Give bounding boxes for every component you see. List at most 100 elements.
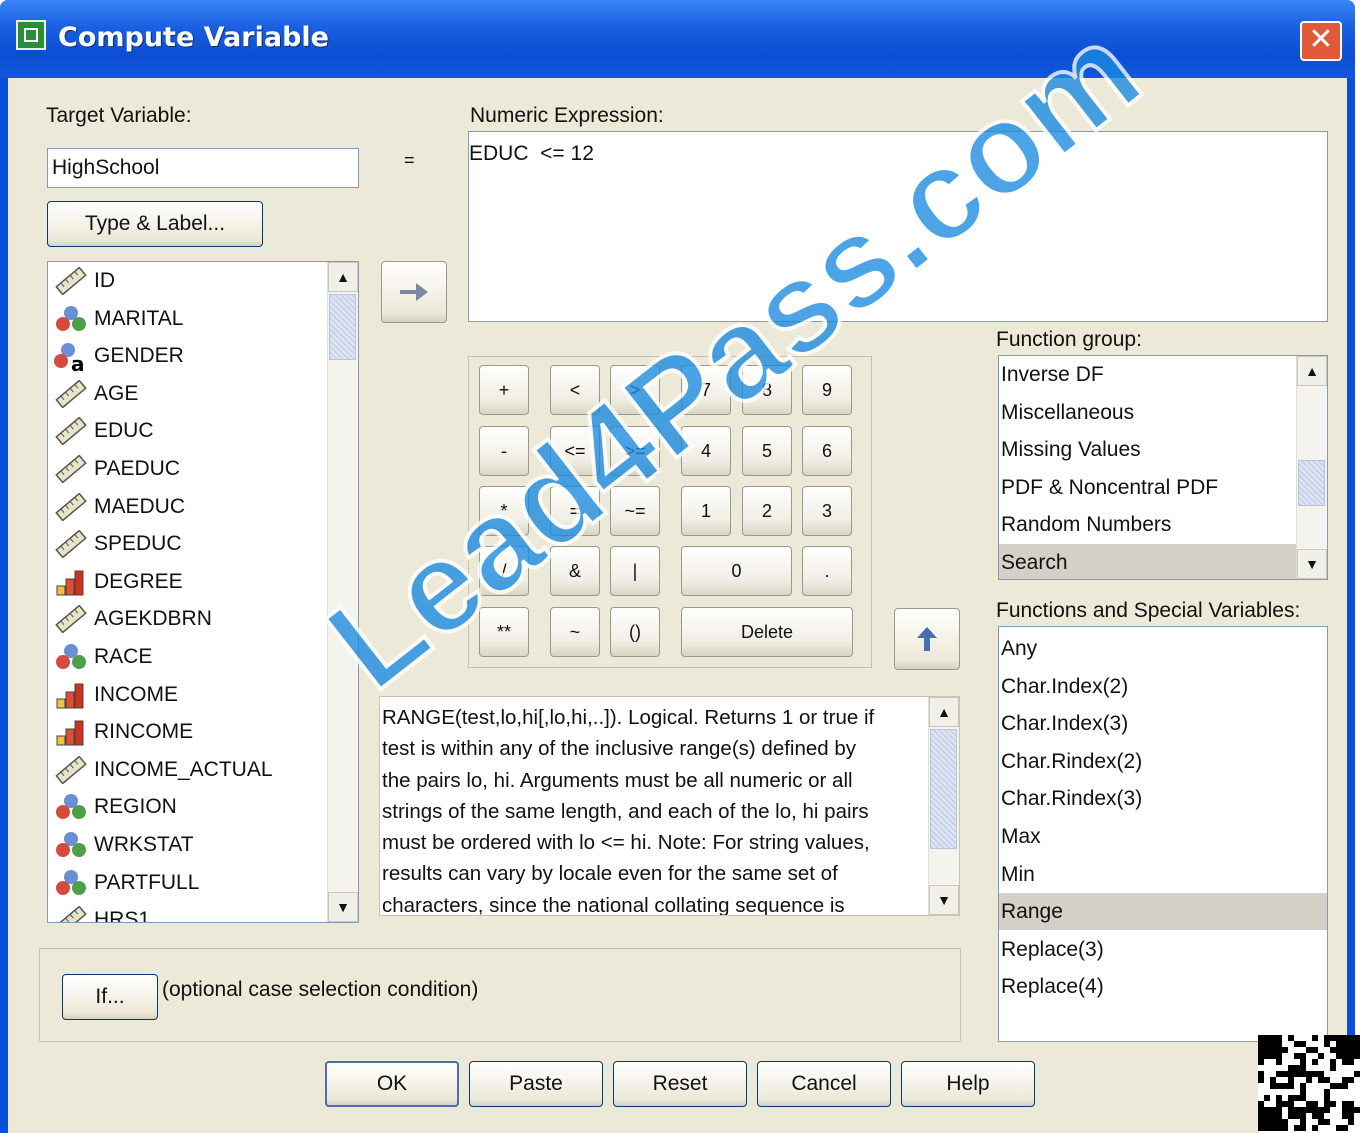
variable-item[interactable]: INCOME: [48, 676, 328, 713]
variable-item[interactable]: MAEDUC: [48, 488, 328, 525]
variable-name: ID: [94, 269, 115, 292]
scale-ruler-icon: [54, 529, 88, 559]
scroll-up-arrow-icon[interactable]: ▲: [328, 262, 358, 292]
move-to-expression-button[interactable]: [381, 261, 447, 323]
scroll-thumb[interactable]: [1298, 460, 1325, 506]
title-bar[interactable]: Compute Variable ✕: [0, 0, 1355, 78]
variable-item[interactable]: ID: [48, 262, 328, 299]
function-group-item[interactable]: Miscellaneous: [999, 394, 1297, 431]
variable-item[interactable]: DEGREE: [48, 563, 328, 600]
functions-label: Functions and Special Variables:: [996, 599, 1301, 622]
reset-button[interactable]: Reset: [613, 1061, 747, 1107]
numeric-expression-value: EDUC <= 12: [469, 142, 594, 165]
function-group-list[interactable]: Inverse DF Miscellaneous Missing Values PDF…: [998, 355, 1328, 580]
qr-cell: [1324, 1107, 1330, 1113]
variable-item[interactable]: RACE: [48, 638, 328, 675]
function-item[interactable]: Char.Index(2): [999, 668, 1327, 705]
variable-name: AGEKDBRN: [94, 607, 212, 631]
variable-item[interactable]: MARITAL: [48, 300, 328, 337]
function-group-item[interactable]: Random Numbers: [999, 506, 1297, 543]
qr-cell: [1342, 1083, 1348, 1089]
function-item[interactable]: Replace(4): [999, 968, 1327, 1005]
function-item[interactable]: Max: [999, 818, 1327, 855]
function-item[interactable]: Char.Rindex(3): [999, 780, 1327, 817]
variable-name: WRKSTAT: [94, 833, 194, 856]
scale-ruler-icon: [54, 266, 88, 296]
function-item[interactable]: Char.Index(3): [999, 705, 1327, 742]
functions-list[interactable]: Any Char.Index(2) Char.Index(3) Char.Rindex…: [998, 626, 1328, 1042]
nominal-balls-icon: [54, 869, 88, 897]
scroll-down-arrow-icon[interactable]: ▼: [328, 892, 358, 922]
variable-item[interactable]: SPEDUC: [48, 525, 328, 562]
scroll-thumb[interactable]: [930, 729, 957, 849]
function-group-item[interactable]: Missing Values: [999, 431, 1297, 468]
function-item[interactable]: Range: [999, 893, 1327, 931]
variable-item[interactable]: PAEDUC: [48, 450, 328, 487]
variable-name: AGE: [94, 381, 139, 405]
operator-key[interactable]: |: [610, 546, 660, 596]
digit-key[interactable]: 2: [742, 486, 792, 536]
variable-item[interactable]: AGE: [48, 375, 328, 412]
function-group-item[interactable]: Inverse DF: [999, 356, 1297, 393]
help-button[interactable]: Help: [901, 1061, 1035, 1107]
variable-item[interactable]: EDUC: [48, 412, 328, 449]
function-description: RANGE(test,lo,hi[,lo,hi,..]). Logical. R…: [379, 696, 960, 916]
variable-item[interactable]: PARTFULL: [48, 864, 328, 901]
scroll-down-arrow-icon[interactable]: ▼: [1297, 549, 1327, 579]
digit-key[interactable]: 3: [802, 486, 852, 536]
ordinal-bars-icon: [54, 568, 88, 596]
insert-function-button[interactable]: [894, 608, 960, 670]
cancel-button[interactable]: Cancel: [757, 1061, 891, 1107]
qr-cell: [1288, 1083, 1294, 1089]
scroll-up-arrow-icon[interactable]: ▲: [1297, 356, 1327, 386]
operator-key[interactable]: (): [610, 607, 660, 657]
scroll-down-arrow-icon[interactable]: ▼: [929, 885, 959, 915]
type-label-button[interactable]: Type & Label...: [47, 201, 263, 247]
qr-cell: [1312, 1059, 1318, 1065]
qr-cell: [1300, 1125, 1306, 1131]
operator-key[interactable]: ~: [550, 607, 600, 657]
qr-cell: [1342, 1125, 1348, 1131]
scale-ruler-icon: [54, 454, 88, 484]
variable-item[interactable]: INCOME_ACTUAL: [48, 751, 328, 788]
digit-key[interactable]: 1: [681, 486, 731, 536]
function-item[interactable]: Replace(3): [999, 931, 1327, 968]
if-button[interactable]: If...: [62, 974, 158, 1020]
qr-cell: [1318, 1053, 1324, 1059]
operator-key[interactable]: +: [479, 365, 529, 415]
delete-key[interactable]: Delete: [681, 607, 853, 657]
qr-cell: [1354, 1053, 1360, 1059]
nominal-balls-icon: [54, 305, 88, 333]
variable-item[interactable]: AGEKDBRN: [48, 600, 328, 637]
description-line: test is within any of the inclusive rang…: [382, 737, 857, 761]
qr-cell: [1354, 1071, 1360, 1077]
function-item[interactable]: Char.Rindex(2): [999, 743, 1327, 780]
variable-item[interactable]: RINCOME: [48, 713, 328, 750]
function-group-item[interactable]: PDF & Noncentral PDF: [999, 469, 1297, 506]
digit-key[interactable]: 0: [681, 546, 792, 596]
close-button[interactable]: ✕: [1300, 21, 1342, 61]
function-group-scrollbar[interactable]: ▲ ▼: [1296, 356, 1327, 579]
scroll-thumb[interactable]: [329, 294, 356, 360]
paste-button[interactable]: Paste: [469, 1061, 603, 1107]
ordinal-bars-icon: [54, 681, 88, 709]
qr-cell: [1324, 1119, 1330, 1125]
nominal-balls-icon: [54, 831, 88, 859]
function-item[interactable]: Any: [999, 630, 1327, 667]
variable-item[interactable]: a GENDER: [48, 337, 328, 376]
scroll-up-arrow-icon[interactable]: ▲: [929, 697, 959, 727]
decimal-key[interactable]: .: [802, 546, 852, 596]
variable-item[interactable]: WRKSTAT: [48, 826, 328, 863]
target-variable-input[interactable]: HighSchool: [47, 148, 359, 188]
variable-item[interactable]: REGION: [48, 788, 328, 825]
nominal-balls-icon: [54, 793, 88, 821]
qr-cell: [1348, 1059, 1354, 1065]
function-item[interactable]: Min: [999, 856, 1327, 893]
function-group-label: Function group:: [996, 328, 1142, 351]
description-scrollbar[interactable]: ▲ ▼: [928, 697, 959, 915]
digit-key[interactable]: 6: [802, 426, 852, 476]
variable-item[interactable]: HRS1: [48, 901, 328, 922]
function-group-item[interactable]: Search: [999, 543, 1297, 579]
ok-button[interactable]: OK: [325, 1061, 459, 1107]
qr-cell: [1330, 1065, 1336, 1071]
